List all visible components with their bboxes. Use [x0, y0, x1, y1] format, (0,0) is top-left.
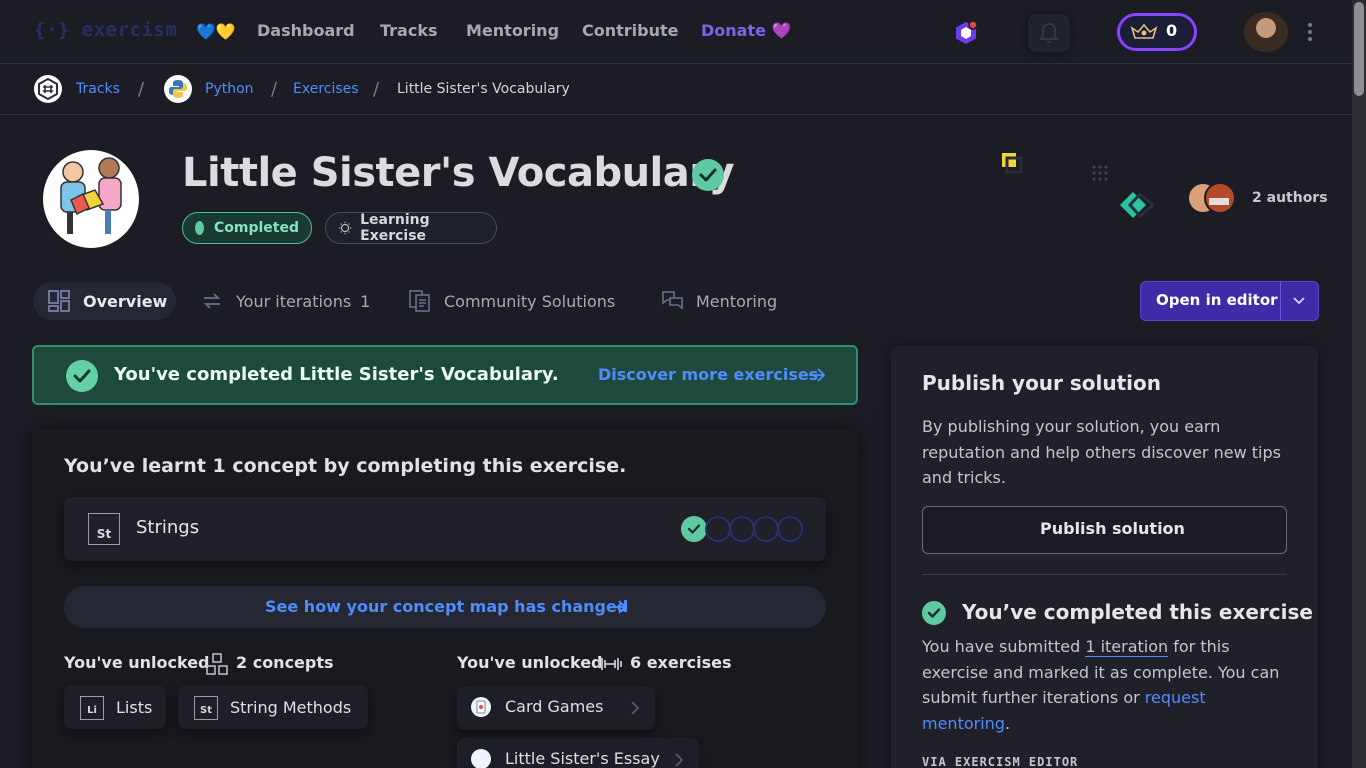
concept-strings-icon: St: [88, 513, 120, 545]
banner-message: You've completed Little Sister's Vocabul…: [114, 364, 559, 385]
nav-tracks[interactable]: Tracks: [380, 21, 438, 40]
learning-exercise-label: Learning Exercise: [360, 212, 430, 244]
iterations-icon: [203, 293, 221, 309]
concept-progress-dot: [705, 516, 731, 542]
breadcrumb-current: Little Sister's Vocabulary: [397, 81, 570, 97]
completed-status-label: Completed: [213, 220, 299, 236]
via-editor-label: VIA EXERCISM EDITOR: [922, 755, 1079, 768]
breadcrumb-separator: /: [271, 79, 278, 100]
reputation-count: 0: [1166, 21, 1178, 40]
concept-lists-name: Lists: [116, 698, 153, 717]
breadcrumb-python[interactable]: Python: [205, 81, 254, 97]
concept-progress-dot: [753, 516, 779, 542]
completed-text-part: .: [1004, 713, 1011, 733]
unlocked-exercises-label: You've unlocked: [457, 653, 603, 672]
nav-dashboard[interactable]: Dashboard: [257, 21, 355, 40]
completed-exercise-heading: You’ve completed this exercise: [962, 600, 1313, 624]
publish-description: By publishing your solution, you earn re…: [922, 417, 1281, 487]
breadcrumb-exercises[interactable]: Exercises: [293, 81, 359, 97]
reputation-badge-icon: [1130, 23, 1158, 39]
concepts-icon: [206, 653, 228, 675]
authors-avatars[interactable]: [1187, 181, 1237, 215]
nav-contribute[interactable]: Contribute: [582, 21, 679, 40]
unlocked-concepts-label: You've unlocked: [64, 653, 210, 672]
sidebar-check-icon: [922, 601, 946, 625]
concept-lists-icon: Li: [80, 696, 104, 720]
concept-string-methods-icon: St: [194, 696, 218, 720]
overview-icon: [48, 290, 70, 312]
completed-text-part: You have submitted: [922, 637, 1086, 656]
tracks-icon: [34, 75, 62, 103]
reputation-button[interactable]: [1117, 13, 1197, 51]
concept-progress-dot: [681, 516, 707, 542]
tab-mentoring[interactable]: Mentoring: [660, 282, 777, 320]
python-icon: [164, 75, 192, 103]
chevron-down-icon[interactable]: [1292, 296, 1306, 306]
tab-iterations[interactable]: Your iterations 1: [200, 282, 370, 320]
concept-strings-name: Strings: [136, 517, 200, 538]
arrow-right-icon: [610, 600, 627, 614]
button-divider: [1280, 281, 1281, 321]
concept-string-methods-name: String Methods: [230, 698, 352, 717]
publish-title: Publish your solution: [922, 371, 1162, 395]
chevron-right-icon: [675, 753, 684, 767]
tab-iterations-count: 1: [360, 291, 371, 311]
tab-community-solutions[interactable]: Community Solutions: [408, 282, 615, 320]
journey-hexagon-icon[interactable]: [955, 21, 977, 45]
publish-solution-label: Publish solution: [1040, 519, 1185, 538]
page-scrollbar[interactable]: [1352, 0, 1366, 768]
authors-count[interactable]: 2 authors: [1252, 190, 1328, 206]
breadcrumb-tracks[interactable]: Tracks: [76, 81, 120, 97]
nav-donate[interactable]: Donate 💜: [701, 21, 791, 40]
unlocked-exercises-count: 6 exercises: [630, 653, 732, 672]
decoration-diamond-icon: [1120, 191, 1154, 219]
card-games-icon: [471, 697, 491, 717]
decoration-squares-icon: [1002, 153, 1023, 174]
breadcrumb: Tracks / Python / Exercises / Little Sis…: [0, 65, 1352, 115]
tab-overview[interactable]: Overview: [33, 282, 176, 320]
completed-exercise-text: You have submitted 1 iteration for this …: [922, 634, 1297, 736]
sidebar-divider: [922, 574, 1287, 575]
bulb-icon: [338, 221, 352, 235]
iteration-count-link[interactable]: 1 iteration: [1085, 637, 1169, 657]
ukraine-heart-icon: 💙💛: [196, 22, 236, 41]
concept-progress-dot: [729, 516, 755, 542]
tab-mentoring-label: Mentoring: [696, 291, 778, 311]
exercise-icon: [43, 150, 139, 248]
breadcrumb-separator: /: [138, 79, 145, 100]
completed-status-pill: Completed: [182, 212, 312, 244]
bell-icon: [1039, 23, 1059, 43]
tab-overview-label: Overview: [83, 291, 168, 311]
discover-more-exercises-link[interactable]: Discover more exercises: [598, 365, 818, 384]
notifications-button[interactable]: [1028, 14, 1070, 52]
exercism-logo[interactable]: {·} exercism: [34, 19, 177, 41]
decoration-dots-icon: [1092, 165, 1108, 181]
banner-check-icon: [66, 360, 98, 392]
concept-map-link[interactable]: See how your concept map has changed: [265, 597, 628, 616]
user-avatar[interactable]: [1244, 12, 1288, 52]
check-icon: [195, 221, 204, 235]
exercise-little-sisters-essay-name: Little Sister's Essay: [505, 749, 660, 768]
little-sisters-essay-icon: [471, 749, 491, 768]
concept-progress-dot: [777, 516, 803, 542]
unlocked-concepts-count: 2 concepts: [236, 653, 334, 672]
exercise-card-games-name: Card Games: [505, 697, 604, 716]
scrollbar-thumb[interactable]: [1354, 2, 1364, 96]
learning-exercise-pill: Learning Exercise: [325, 212, 497, 244]
more-menu-icon[interactable]: [1306, 22, 1314, 42]
nav-mentoring[interactable]: Mentoring: [466, 21, 559, 40]
open-in-editor-label: Open in editor: [1156, 291, 1278, 309]
tab-community-label: Community Solutions: [444, 291, 616, 311]
exercise-title: Little Sister's Vocabulary: [182, 150, 735, 196]
tab-iterations-label: Your iterations: [236, 291, 352, 311]
breadcrumb-separator: /: [373, 79, 380, 100]
concepts-learnt-heading: You’ve learnt 1 concept by completing th…: [64, 455, 627, 477]
top-navigation: {·} exercism 💙💛 Dashboard Tracks Mentori…: [0, 0, 1352, 64]
dumbbell-icon: [598, 658, 622, 670]
completed-check-icon: [692, 159, 724, 191]
mentoring-icon: [662, 291, 683, 310]
arrow-right-icon[interactable]: [808, 368, 826, 382]
community-solutions-icon: [409, 290, 430, 312]
chevron-right-icon: [631, 701, 640, 715]
